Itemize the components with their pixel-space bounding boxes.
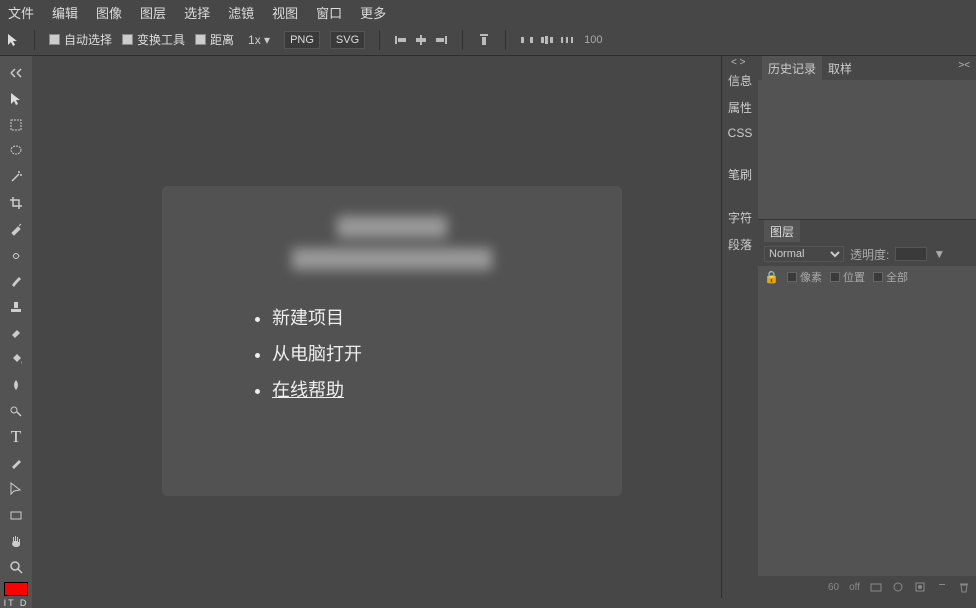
foreground-color-swatch[interactable]: [4, 582, 28, 596]
lock-position-checkbox[interactable]: 位置: [830, 269, 865, 285]
export-png-button[interactable]: PNG: [284, 31, 320, 49]
footer-new-icon[interactable]: [936, 581, 948, 593]
lock-row: 🔒 像素 位置 全部: [758, 266, 976, 288]
menu-layer[interactable]: 图层: [140, 3, 166, 22]
menu-window[interactable]: 窗口: [316, 3, 342, 22]
mini-tab-para[interactable]: 段落: [728, 236, 752, 253]
stamp-tool-icon[interactable]: [2, 294, 30, 320]
opacity-input[interactable]: [895, 247, 927, 261]
eraser-tool-icon[interactable]: [2, 320, 30, 346]
align-center-h-icon[interactable]: [414, 33, 428, 47]
eyedropper-tool-icon[interactable]: [2, 216, 30, 242]
layers-panel-header: 图层: [758, 220, 976, 242]
footer-fx-icon[interactable]: [892, 581, 904, 593]
menu-filter[interactable]: 滤镜: [228, 3, 254, 22]
align-top-icon[interactable]: [477, 33, 491, 47]
lock-all-checkbox[interactable]: 全部: [873, 269, 908, 285]
align-right-icon[interactable]: [434, 33, 448, 47]
menu-view[interactable]: 视图: [272, 3, 298, 22]
pen-tool-icon[interactable]: [2, 450, 30, 476]
options-bar: 自动选择 变换工具 距离 1x ▾ PNG SVG 100: [0, 24, 976, 56]
footer-off: off: [849, 582, 860, 593]
path-select-icon[interactable]: [2, 476, 30, 502]
menu-select[interactable]: 选择: [184, 3, 210, 22]
zoom-tool-icon[interactable]: [2, 554, 30, 580]
footer-folder-icon[interactable]: [870, 581, 882, 593]
expand-icon[interactable]: ><: [958, 60, 970, 71]
wand-tool-icon[interactable]: [2, 164, 30, 190]
blend-mode-select[interactable]: Normal: [764, 246, 844, 262]
start-actions-list: 新建项目 从电脑打开 在线帮助: [222, 300, 562, 408]
tab-sample[interactable]: 取样: [822, 56, 858, 81]
mini-tab-char[interactable]: 字符: [728, 209, 752, 226]
layers-footer: 60 off: [758, 576, 976, 598]
new-project-link[interactable]: 新建项目: [272, 300, 562, 336]
footer-mask-icon[interactable]: [914, 581, 926, 593]
layers-list: [758, 288, 976, 576]
auto-select-checkbox[interactable]: 自动选择: [49, 31, 112, 48]
tab-layers[interactable]: 图层: [764, 220, 800, 243]
menu-file[interactable]: 文件: [8, 3, 34, 22]
dist-spacing-icon[interactable]: [560, 33, 574, 47]
mini-tab-info[interactable]: 信息: [728, 72, 752, 89]
zoom-dropdown[interactable]: 1x ▾: [244, 32, 274, 48]
menu-image[interactable]: 图像: [96, 3, 122, 22]
main-menu-bar: 文件 编辑 图像 图层 选择 滤镜 视图 窗口 更多: [0, 0, 976, 24]
export-svg-button[interactable]: SVG: [330, 31, 365, 49]
blur-tool-icon[interactable]: [2, 372, 30, 398]
lock-pixels-checkbox[interactable]: 像素: [787, 269, 822, 285]
right-mini-tabs: < > 信息 属性 CSS 笔刷 字符 段落: [721, 56, 758, 598]
tab-history[interactable]: 历史记录: [762, 56, 822, 81]
align-left-icon[interactable]: [394, 33, 408, 47]
open-from-computer-link[interactable]: 从电脑打开: [272, 336, 562, 372]
menu-edit[interactable]: 编辑: [52, 3, 78, 22]
history-panel-tabs: 历史记录 取样 ><: [758, 56, 976, 80]
menu-more[interactable]: 更多: [360, 3, 386, 22]
mini-tab-css[interactable]: CSS: [728, 126, 753, 140]
start-card-header-blurred: [222, 216, 562, 270]
lock-icon[interactable]: 🔒: [764, 270, 779, 284]
footer-val: 60: [828, 582, 839, 593]
move-tool-icon[interactable]: [2, 86, 30, 112]
brush-tool-icon[interactable]: [2, 268, 30, 294]
crop-tool-icon[interactable]: [2, 190, 30, 216]
history-panel-body: [758, 80, 976, 220]
canvas-area: 新建项目 从电脑打开 在线帮助: [32, 56, 721, 598]
heal-tool-icon[interactable]: [2, 242, 30, 268]
lasso-tool-icon[interactable]: [2, 138, 30, 164]
align-group-1: [394, 33, 448, 47]
start-card: 新建项目 从电脑打开 在线帮助: [162, 186, 622, 496]
right-panels: 历史记录 取样 >< 图层 Normal 透明度: ▼ 🔒 像素 位置 全部 6…: [758, 56, 976, 598]
opacity-label: 透明度:: [850, 246, 889, 263]
text-tool-icon[interactable]: T: [2, 424, 30, 450]
distance-value: 100: [584, 34, 602, 46]
right-column: < > 信息 属性 CSS 笔刷 字符 段落 历史记录 取样 >< 图层 Nor…: [721, 56, 976, 598]
marquee-tool-icon[interactable]: [2, 112, 30, 138]
layers-controls: Normal 透明度: ▼: [758, 242, 976, 266]
opacity-dropdown-icon[interactable]: ▼: [933, 247, 945, 261]
footer-trash-icon[interactable]: [958, 581, 970, 593]
move-tool-indicator-icon[interactable]: [6, 33, 20, 47]
dist-h-icon[interactable]: [520, 33, 534, 47]
mini-tab-brush[interactable]: 笔刷: [728, 166, 752, 183]
dodge-tool-icon[interactable]: [2, 398, 30, 424]
toggle-icon[interactable]: [2, 60, 30, 86]
distribute-group: [520, 33, 574, 47]
bucket-tool-icon[interactable]: [2, 346, 30, 372]
online-help-link[interactable]: 在线帮助: [272, 372, 562, 408]
collapse-icon[interactable]: < >: [731, 57, 745, 68]
transform-checkbox[interactable]: 变换工具: [122, 31, 185, 48]
swatch-label: IT D: [4, 598, 29, 608]
left-toolbox: T IT D: [0, 56, 32, 608]
hand-tool-icon[interactable]: [2, 528, 30, 554]
mini-tab-props[interactable]: 属性: [728, 99, 752, 116]
distance-checkbox[interactable]: 距离: [195, 31, 234, 48]
dist-v-icon[interactable]: [540, 33, 554, 47]
shape-tool-icon[interactable]: [2, 502, 30, 528]
